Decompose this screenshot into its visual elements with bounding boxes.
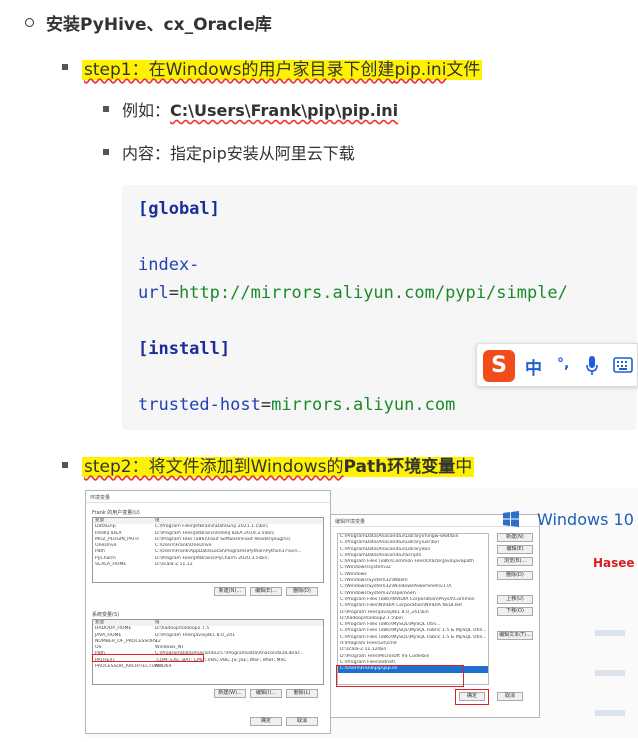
step1-file: pip.ini xyxy=(394,60,447,80)
content-line: 内容：指定pip安装从阿里云下载 xyxy=(122,144,355,163)
user-new-button[interactable]: 新建(N)... xyxy=(214,587,246,596)
ime-toolbar[interactable]: S 中 °, xyxy=(476,343,638,387)
var-value: D:\scala-2.11.12 xyxy=(155,562,193,568)
code-trusted-key: trusted-host xyxy=(138,395,261,415)
keyboard-icon[interactable] xyxy=(613,357,633,373)
edit-cancel-button[interactable]: 取消 xyxy=(497,692,523,701)
code-eq-2: = xyxy=(260,395,272,415)
desktop-icon-label xyxy=(595,670,625,676)
edit-side-button[interactable]: 编辑(E) xyxy=(497,545,533,554)
var-value: D:\Program Files\JetBrains\PyCharm 2020.… xyxy=(155,555,269,561)
env-vars-screenshot: 环境变量 Frank 的用户变量(U) 变量值 DataGrip C:\Progr… xyxy=(85,488,638,738)
code-index-key-2: url xyxy=(138,283,169,303)
sys-vars-list[interactable]: 变量值 HADOOP_HOME D:\hadoop\hadoop2.7.5 JAVA… xyxy=(92,619,324,685)
var-name: SCALA_HOME xyxy=(95,562,127,568)
bullet-square-icon xyxy=(62,64,68,70)
var-name: PROCESSOR_ARCHITECTURE xyxy=(95,664,161,670)
sys-vars-label: 系统变量(S) xyxy=(92,612,120,618)
brand-windows10: Windows 10 xyxy=(537,510,634,529)
ime-punct-toggle[interactable]: °, xyxy=(557,356,569,372)
step1-line: step1：在Windows的用户家目录下创建pip.ini文件 xyxy=(82,55,483,80)
edit-side-button[interactable]: 上移(U) xyxy=(497,595,533,604)
brand-hasee: Hasee xyxy=(593,556,635,570)
var-value: Windows_NT xyxy=(155,645,185,651)
var-value: D:\Program Files (x86)\Foxit Software\Fo… xyxy=(155,536,291,542)
env-ok-button[interactable]: 确定 xyxy=(250,717,282,726)
user-delete-button[interactable]: 删除(D) xyxy=(286,587,318,596)
sys-new-button[interactable]: 新建(W)... xyxy=(214,689,246,698)
sogou-logo-icon[interactable]: S xyxy=(483,350,515,382)
path-entries-list[interactable]: C:\ProgramData\Anaconda3\Library\mingw-w… xyxy=(337,533,489,685)
bullet-square-icon xyxy=(103,106,109,112)
code-trusted-val: mirrors.aliyun.com xyxy=(271,395,456,415)
edit-env-window: 编辑环境变量 C:\ProgramData\Anaconda3\Library\… xyxy=(330,514,540,718)
table-row[interactable]: PROCESSOR_ARCHITECTUREAMD64 xyxy=(93,664,323,670)
desktop-icon-label xyxy=(595,710,625,716)
bullet-circle-icon xyxy=(25,18,34,27)
step2-suffix: 中 xyxy=(455,457,473,477)
code-install: [install] xyxy=(138,339,231,359)
var-value: AMD64 xyxy=(155,664,172,670)
sys-delete-button[interactable]: 删除(L) xyxy=(286,689,318,698)
step1-suffix: 文件 xyxy=(446,60,481,80)
table-row[interactable]: SCALA_HOME D:\scala-2.11.12 xyxy=(93,562,323,568)
code-eq: = xyxy=(168,283,179,303)
edit-ok-button[interactable]: 确定 xyxy=(459,692,485,701)
var-value: 12 xyxy=(155,638,161,644)
code-trusted-line: trusted-host=mirrors.aliyun.com xyxy=(138,395,455,415)
example-path: C:\Users\Frank\pip\pip.ini xyxy=(170,101,399,120)
env-window-title: 环境变量 xyxy=(86,491,330,503)
new-entry-highlight-box xyxy=(336,665,464,687)
code-index-key-1: index- xyxy=(138,255,200,275)
code-block: [global] index- url=http://mirrors.aliyu… xyxy=(122,185,637,430)
mic-icon[interactable] xyxy=(585,355,599,377)
edit-side-button[interactable]: 下移(O) xyxy=(497,607,533,616)
var-value: C:\Program Files\JetBrains\DataGrip 2021… xyxy=(155,524,269,530)
var-value: D:\Program Files\Java\jdk1.8.0_241 xyxy=(155,632,235,638)
user-vars-label: Frank 的用户变量(U) xyxy=(92,510,140,516)
var-value: D:\Program Files\JetBrains\IntelliJ IDEA… xyxy=(155,530,275,536)
sys-edit-button[interactable]: 编辑(I)... xyxy=(250,689,282,698)
edit-side-button[interactable]: 浏览(B)... xyxy=(497,557,533,566)
step1-label: step1：在Windows的用户家目录下创建 xyxy=(84,60,395,80)
edit-side-button[interactable]: 删除(D) xyxy=(497,571,533,580)
windows-logo-icon xyxy=(503,511,519,527)
code-global: [global] xyxy=(138,199,220,219)
edit-side-button[interactable]: 编辑文本(T)... xyxy=(497,631,533,640)
var-value: C:\Users\Frank\AppData\Local\Programs\Py… xyxy=(155,549,302,555)
edit-side-button[interactable]: 新建(N) xyxy=(497,533,533,542)
code-index-line: url=http://mirrors.aliyun.com/pypi/simpl… xyxy=(138,283,568,303)
path-highlight-box xyxy=(92,654,204,662)
example-line: 例如：C:\Users\Frank\pip\pip.ini xyxy=(122,97,398,121)
var-value: D:\hadoop\hadoop2.7.5 xyxy=(155,626,210,632)
env-cancel-button[interactable]: 取消 xyxy=(286,717,318,726)
bullet-square-icon xyxy=(62,462,68,468)
desktop-icon-label xyxy=(595,630,625,636)
step2-prefix: step2：将文件添加到Windows的 xyxy=(84,457,344,477)
list-item[interactable]: C:\Program Files (x86)\MySQL\MySQL Fabri… xyxy=(338,628,488,634)
code-index-val: http://mirrors.aliyun.com/pypi/simple/ xyxy=(178,283,568,303)
bullet-square-icon xyxy=(103,149,109,155)
step2-bold: Path环境变量 xyxy=(343,457,456,477)
user-edit-button[interactable]: 编辑(E)... xyxy=(250,587,282,596)
var-value: C:\Users\Frank\OneDrive xyxy=(155,543,212,549)
step2-line: step2：将文件添加到Windows的Path环境变量中 xyxy=(82,452,475,477)
user-vars-list[interactable]: 变量值 DataGrip C:\Program Files\JetBrains\D… xyxy=(92,517,324,583)
section-heading: 安装PyHive、cx_Oracle库 xyxy=(46,15,272,35)
ime-chinese-toggle[interactable]: 中 xyxy=(525,354,542,379)
env-vars-window: 环境变量 Frank 的用户变量(U) 变量值 DataGrip C:\Progr… xyxy=(85,490,331,734)
example-prefix: 例如： xyxy=(122,101,171,120)
